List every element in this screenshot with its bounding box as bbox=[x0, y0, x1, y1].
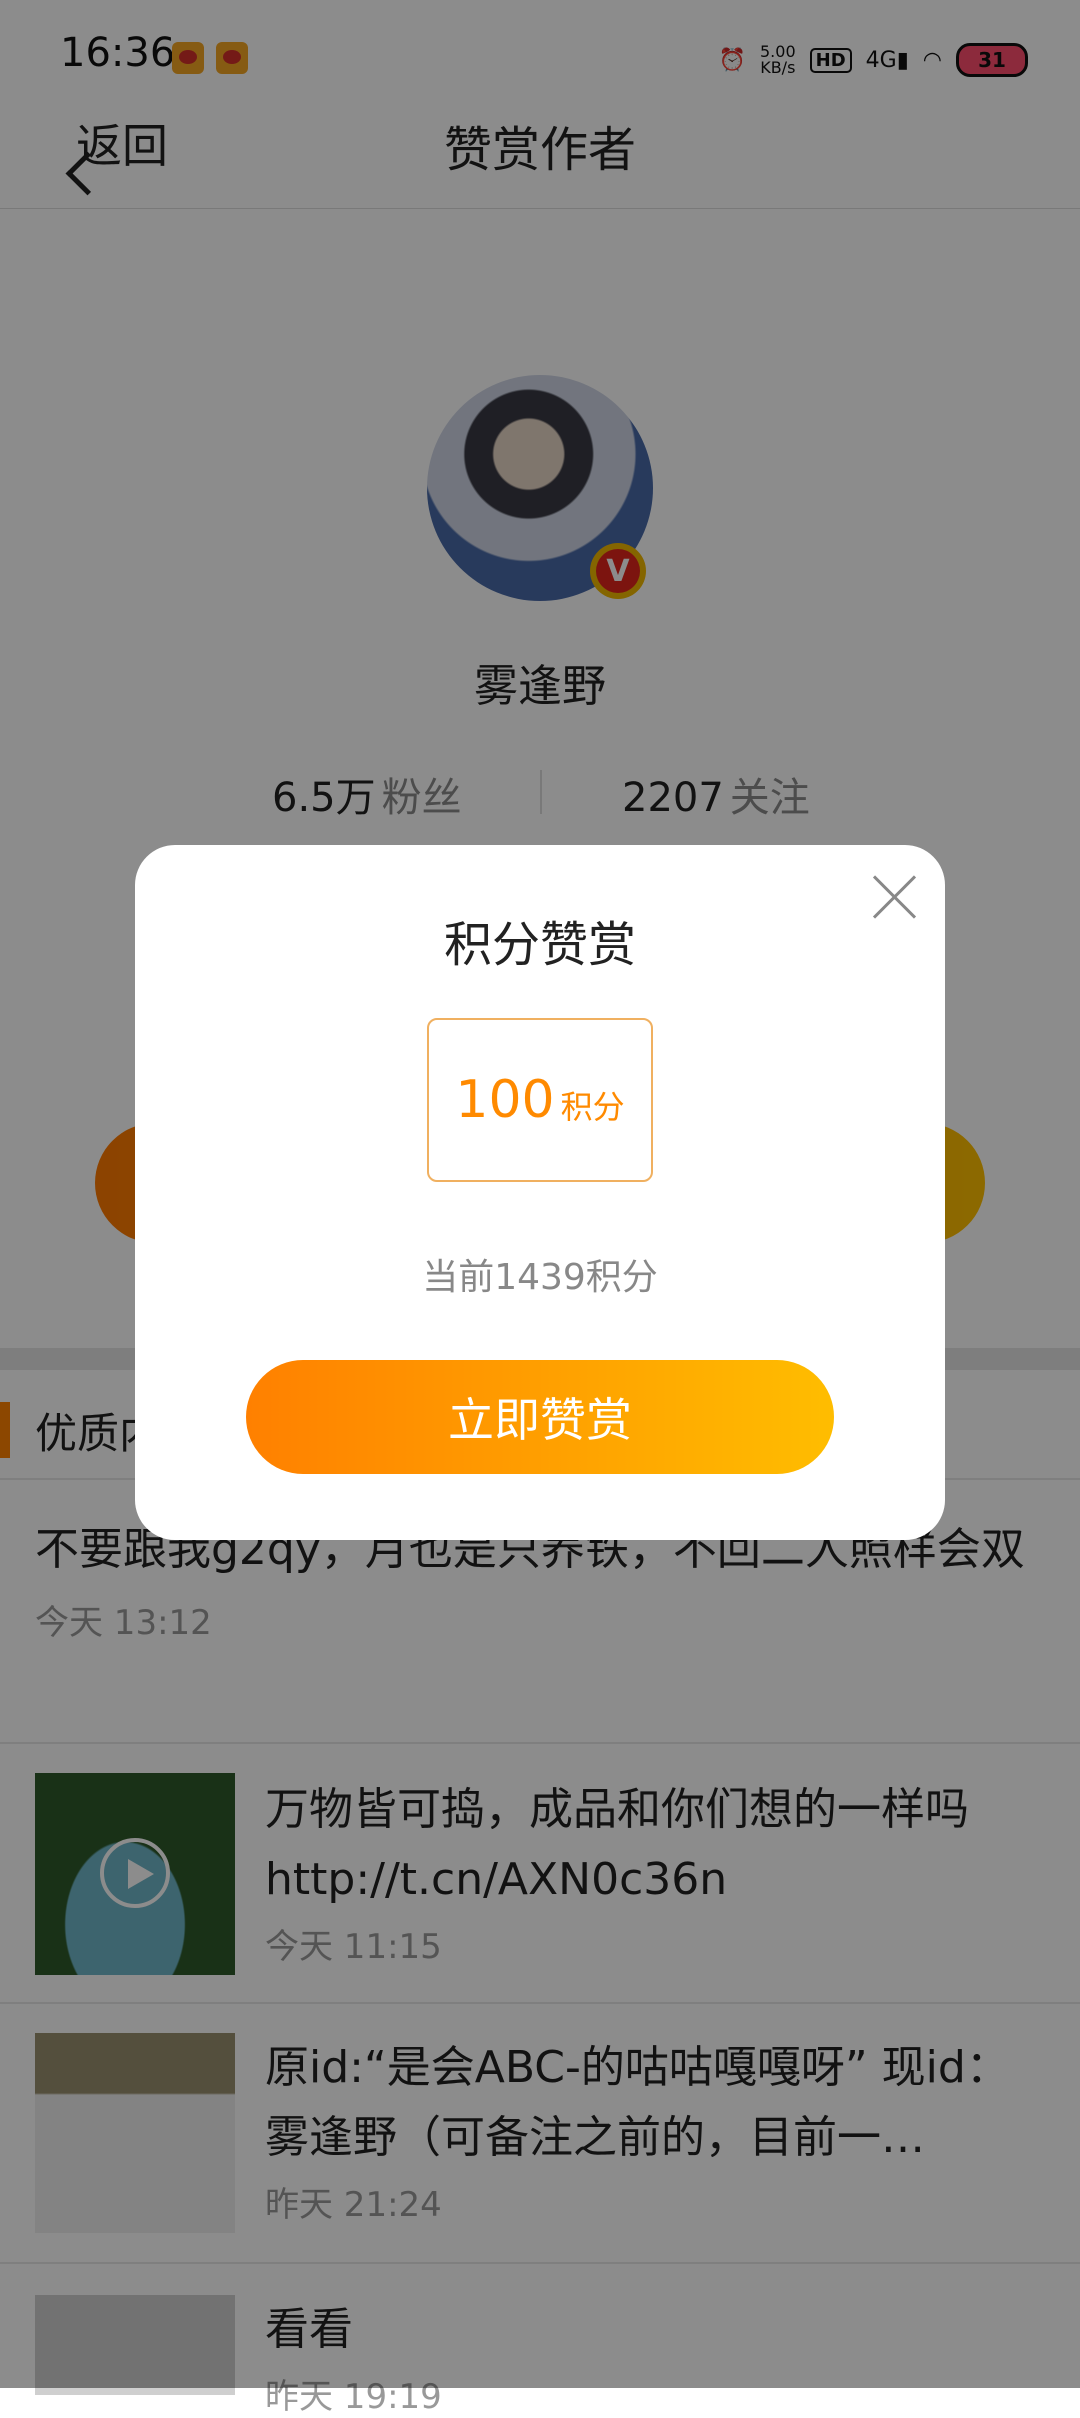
points-amount-option[interactable]: 100 积分 bbox=[427, 1018, 653, 1182]
dialog-title: 积分赞赏 bbox=[443, 917, 636, 973]
points-unit: 积分 bbox=[560, 1088, 625, 1126]
points-amount: 100 bbox=[455, 1070, 555, 1130]
reward-now-button[interactable]: 立即赞赏 bbox=[246, 1360, 834, 1474]
points-balance: 当前1439积分 bbox=[422, 1257, 658, 1298]
